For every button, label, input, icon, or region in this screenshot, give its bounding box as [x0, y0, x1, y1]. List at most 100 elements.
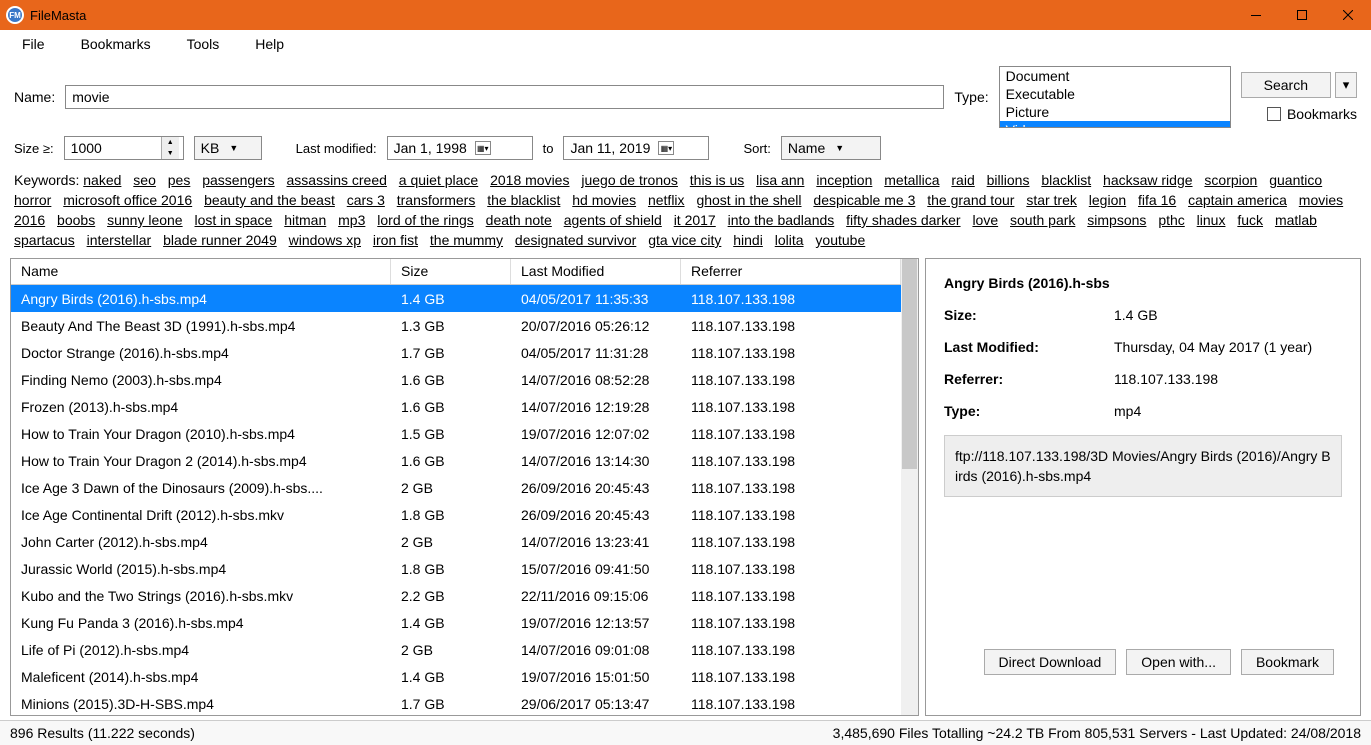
- search-button[interactable]: Search: [1241, 72, 1331, 98]
- menu-bookmarks[interactable]: Bookmarks: [73, 32, 159, 56]
- keyword-link[interactable]: naked: [83, 172, 121, 188]
- keyword-link[interactable]: billions: [987, 172, 1030, 188]
- keyword-link[interactable]: youtube: [815, 232, 865, 248]
- size-unit-select[interactable]: KB▼: [194, 136, 262, 160]
- keyword-link[interactable]: windows xp: [289, 232, 361, 248]
- table-row[interactable]: John Carter (2012).h-sbs.mp42 GB14/07/20…: [11, 528, 918, 555]
- keyword-link[interactable]: gta vice city: [648, 232, 721, 248]
- keyword-link[interactable]: hd movies: [572, 192, 636, 208]
- keyword-link[interactable]: death note: [486, 212, 552, 228]
- table-row[interactable]: Minions (2015).3D-H-SBS.mp41.7 GB29/06/2…: [11, 690, 918, 716]
- keyword-link[interactable]: pes: [168, 172, 191, 188]
- table-row[interactable]: Kubo and the Two Strings (2016).h-sbs.mk…: [11, 582, 918, 609]
- keyword-link[interactable]: linux: [1197, 212, 1226, 228]
- table-row[interactable]: Angry Birds (2016).h-sbs.mp41.4 GB04/05/…: [11, 285, 918, 312]
- keyword-link[interactable]: fifty shades darker: [846, 212, 960, 228]
- keyword-link[interactable]: lord of the rings: [377, 212, 474, 228]
- keyword-link[interactable]: metallica: [884, 172, 939, 188]
- keyword-link[interactable]: lost in space: [195, 212, 273, 228]
- keyword-link[interactable]: 2018 movies: [490, 172, 569, 188]
- type-option[interactable]: Executable: [1000, 85, 1230, 103]
- keyword-link[interactable]: iron fist: [373, 232, 418, 248]
- name-input[interactable]: [65, 85, 944, 109]
- keyword-link[interactable]: fifa 16: [1138, 192, 1176, 208]
- keyword-link[interactable]: the grand tour: [927, 192, 1014, 208]
- keyword-link[interactable]: lolita: [775, 232, 804, 248]
- keyword-link[interactable]: legion: [1089, 192, 1126, 208]
- direct-download-button[interactable]: Direct Download: [984, 649, 1117, 675]
- keyword-link[interactable]: it 2017: [674, 212, 716, 228]
- keyword-link[interactable]: microsoft office 2016: [63, 192, 192, 208]
- keyword-link[interactable]: guantico: [1269, 172, 1322, 188]
- keyword-link[interactable]: into the badlands: [728, 212, 835, 228]
- keyword-link[interactable]: love: [972, 212, 998, 228]
- keyword-link[interactable]: seo: [133, 172, 156, 188]
- date-to-input[interactable]: Jan 11, 2019▦▾: [563, 136, 709, 160]
- keyword-link[interactable]: beauty and the beast: [204, 192, 335, 208]
- table-row[interactable]: How to Train Your Dragon 2 (2014).h-sbs.…: [11, 447, 918, 474]
- keyword-link[interactable]: south park: [1010, 212, 1075, 228]
- keyword-link[interactable]: cars 3: [347, 192, 385, 208]
- date-from-input[interactable]: Jan 1, 1998▦▾: [387, 136, 533, 160]
- keyword-link[interactable]: designated survivor: [515, 232, 636, 248]
- table-row[interactable]: Frozen (2013).h-sbs.mp41.6 GB14/07/2016 …: [11, 393, 918, 420]
- keyword-link[interactable]: passengers: [202, 172, 274, 188]
- bookmarks-checkbox[interactable]: Bookmarks: [1267, 106, 1357, 122]
- keyword-link[interactable]: blacklist: [1041, 172, 1091, 188]
- keyword-link[interactable]: hacksaw ridge: [1103, 172, 1193, 188]
- keyword-link[interactable]: pthc: [1158, 212, 1184, 228]
- table-row[interactable]: Doctor Strange (2016).h-sbs.mp41.7 GB04/…: [11, 339, 918, 366]
- table-row[interactable]: Ice Age Continental Drift (2012).h-sbs.m…: [11, 501, 918, 528]
- search-dropdown-button[interactable]: ▾: [1335, 72, 1357, 98]
- menu-tools[interactable]: Tools: [179, 32, 228, 56]
- table-row[interactable]: Beauty And The Beast 3D (1991).h-sbs.mp4…: [11, 312, 918, 339]
- keyword-link[interactable]: horror: [14, 192, 51, 208]
- keyword-link[interactable]: scorpion: [1204, 172, 1257, 188]
- col-header-modified[interactable]: Last Modified: [511, 259, 681, 284]
- keyword-link[interactable]: netflix: [648, 192, 685, 208]
- keyword-link[interactable]: juego de tronos: [581, 172, 678, 188]
- keyword-link[interactable]: raid: [951, 172, 974, 188]
- keyword-link[interactable]: despicable me 3: [813, 192, 915, 208]
- col-header-name[interactable]: Name: [11, 259, 391, 284]
- keyword-link[interactable]: agents of shield: [564, 212, 662, 228]
- scrollbar[interactable]: [901, 259, 918, 715]
- keyword-link[interactable]: blade runner 2049: [163, 232, 277, 248]
- table-row[interactable]: Jurassic World (2015).h-sbs.mp41.8 GB15/…: [11, 555, 918, 582]
- minimize-button[interactable]: [1233, 0, 1279, 30]
- table-row[interactable]: Finding Nemo (2003).h-sbs.mp41.6 GB14/07…: [11, 366, 918, 393]
- keyword-link[interactable]: the blacklist: [487, 192, 560, 208]
- keyword-link[interactable]: hindi: [733, 232, 763, 248]
- keyword-link[interactable]: inception: [816, 172, 872, 188]
- keyword-link[interactable]: simpsons: [1087, 212, 1146, 228]
- keyword-link[interactable]: mp3: [338, 212, 365, 228]
- type-option[interactable]: Picture: [1000, 103, 1230, 121]
- table-row[interactable]: How to Train Your Dragon (2010).h-sbs.mp…: [11, 420, 918, 447]
- keyword-link[interactable]: lisa ann: [756, 172, 804, 188]
- type-option[interactable]: Video: [1000, 121, 1230, 128]
- menu-file[interactable]: File: [14, 32, 53, 56]
- menu-help[interactable]: Help: [247, 32, 292, 56]
- keyword-link[interactable]: matlab: [1275, 212, 1317, 228]
- keyword-link[interactable]: ghost in the shell: [696, 192, 801, 208]
- keyword-link[interactable]: a quiet place: [399, 172, 478, 188]
- keyword-link[interactable]: interstellar: [87, 232, 152, 248]
- col-header-referrer[interactable]: Referrer: [681, 259, 901, 284]
- keyword-link[interactable]: star trek: [1026, 192, 1077, 208]
- type-option[interactable]: Document: [1000, 67, 1230, 85]
- keyword-link[interactable]: hitman: [284, 212, 326, 228]
- open-with-button[interactable]: Open with...: [1126, 649, 1231, 675]
- sort-select[interactable]: Name▼: [781, 136, 881, 160]
- keyword-link[interactable]: boobs: [57, 212, 95, 228]
- table-row[interactable]: Life of Pi (2012).h-sbs.mp42 GB14/07/201…: [11, 636, 918, 663]
- keyword-link[interactable]: captain america: [1188, 192, 1287, 208]
- keyword-link[interactable]: transformers: [397, 192, 476, 208]
- col-header-size[interactable]: Size: [391, 259, 511, 284]
- size-input[interactable]: ▲▼: [64, 136, 184, 160]
- bookmark-button[interactable]: Bookmark: [1241, 649, 1334, 675]
- table-row[interactable]: Maleficent (2014).h-sbs.mp41.4 GB19/07/2…: [11, 663, 918, 690]
- type-listbox[interactable]: DocumentExecutablePictureVideo: [999, 66, 1231, 128]
- keyword-link[interactable]: spartacus: [14, 232, 75, 248]
- maximize-button[interactable]: [1279, 0, 1325, 30]
- details-url[interactable]: ftp://118.107.133.198/3D Movies/Angry Bi…: [944, 435, 1342, 497]
